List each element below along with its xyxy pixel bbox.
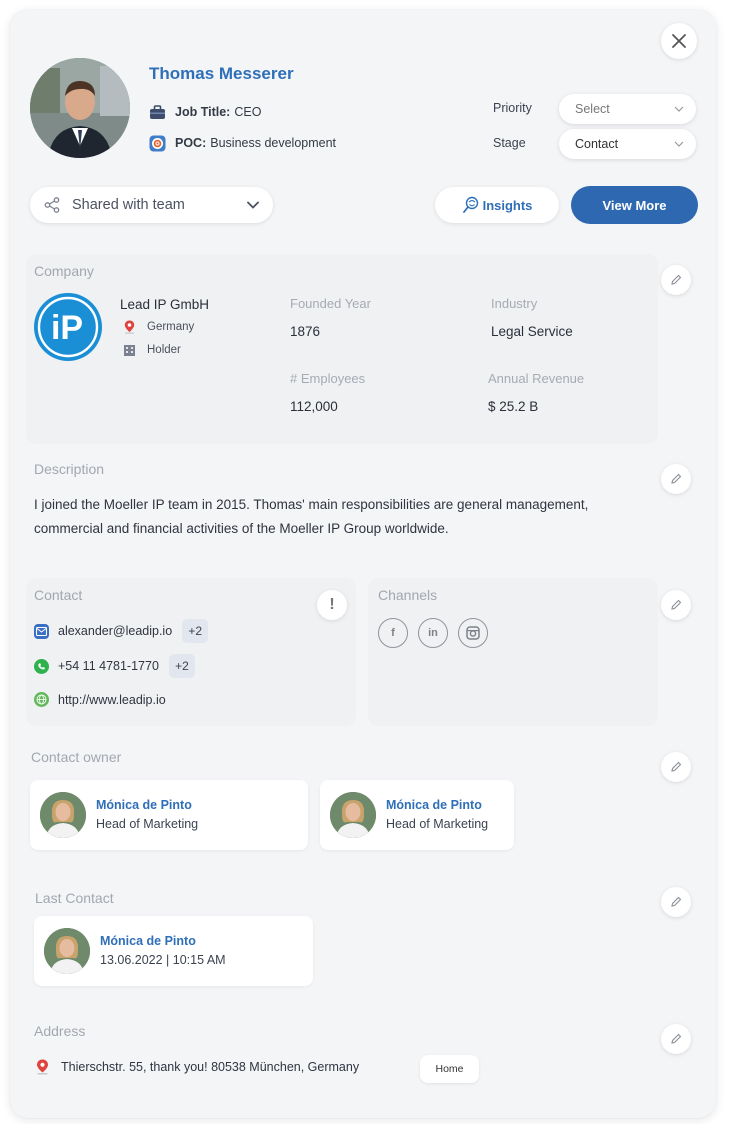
view-more-label: View More [602, 197, 667, 213]
globe-icon [34, 692, 49, 707]
owner-role: Head of Marketing [386, 817, 489, 831]
pencil-icon [671, 761, 682, 772]
edit-company-button[interactable] [661, 265, 691, 295]
email-icon [34, 623, 49, 639]
company-panel [26, 254, 658, 444]
briefcase-icon [148, 103, 166, 121]
avatar [44, 928, 90, 974]
contact-website[interactable]: http://www.leadip.io [58, 693, 166, 707]
pencil-icon [671, 1033, 682, 1044]
contact-info-button[interactable]: ! [317, 590, 347, 620]
employees-label: # Employees [290, 371, 366, 386]
chevron-down-icon [247, 201, 259, 209]
shared-label: Shared with team [72, 197, 185, 213]
facebook-icon[interactable]: f [378, 618, 408, 648]
pencil-icon [671, 896, 682, 907]
insights-icon [462, 196, 478, 213]
pencil-icon [671, 599, 682, 610]
insights-label: Insights [482, 197, 533, 213]
edit-address-button[interactable] [661, 1024, 691, 1054]
priority-label: Priority [493, 101, 532, 115]
contact-website-row: http://www.leadip.io [34, 692, 166, 707]
close-button[interactable] [661, 23, 697, 59]
target-icon [148, 134, 166, 152]
edit-last-contact-button[interactable] [661, 887, 691, 917]
last-contact-section-title: Last Contact [35, 890, 114, 906]
share-icon [44, 197, 60, 213]
last-contact-card[interactable]: Mónica de Pinto 13.06.2022 | 10:15 AM [34, 916, 313, 986]
annual-revenue-label: Annual Revenue [488, 371, 585, 386]
pencil-icon [671, 473, 682, 484]
view-more-button[interactable]: View More [571, 186, 698, 224]
company-section-title: Company [34, 263, 94, 279]
contact-owner-card[interactable]: Mónica de Pinto Head of Marketing [320, 780, 514, 850]
description-section-title: Description [34, 461, 105, 477]
avatar [330, 792, 376, 838]
address-text: Thierschstr. 55, thank you! 80538 Münche… [61, 1060, 360, 1074]
company-name: Lead IP GmbH [120, 297, 210, 312]
insights-button[interactable]: Insights [435, 187, 559, 223]
contact-owner-card[interactable]: Mónica de Pinto Head of Marketing [30, 780, 308, 850]
founded-year-label: Founded Year [290, 296, 371, 311]
priority-value: Select [575, 102, 610, 116]
description-text: I joined the Moeller IP team in 2015. Th… [34, 497, 589, 536]
founded-year-value: 1876 [290, 324, 321, 339]
avatar [40, 792, 86, 838]
contact-phone-row: +54 11 4781-1770 +2 [34, 654, 195, 678]
address-type-tag[interactable]: Home [420, 1055, 479, 1083]
priority-select[interactable]: Select [559, 94, 696, 124]
last-contact-datetime: 13.06.2022 | 10:15 AM [100, 953, 226, 967]
info-icon: ! [329, 596, 335, 613]
building-icon [122, 343, 136, 357]
job-title-label: Job Title: [175, 105, 231, 119]
owner-name: Mónica de Pinto [386, 798, 482, 812]
address-row: Thierschstr. 55, thank you! 80538 Münche… [36, 1059, 359, 1075]
linkedin-icon[interactable]: in [418, 618, 448, 648]
contact-email[interactable]: alexander@leadip.io [58, 624, 172, 638]
industry-label: Industry [491, 296, 538, 311]
job-title-row: Job Title: CEO [148, 103, 261, 121]
company-logo: iP [34, 293, 102, 361]
contact-section-title: Contact [34, 587, 83, 603]
owner-name: Mónica de Pinto [96, 798, 192, 812]
stage-label: Stage [493, 136, 526, 150]
avatar [30, 58, 130, 158]
instagram-icon[interactable] [458, 618, 488, 648]
employees-value: 112,000 [290, 399, 338, 414]
owner-role: Head of Marketing [96, 817, 199, 831]
email-count-badge[interactable]: +2 [182, 619, 209, 643]
location-pin-icon [36, 1059, 50, 1075]
company-country: Germany [122, 320, 194, 334]
contact-phone[interactable]: +54 11 4781-1770 [58, 659, 159, 673]
poc-label: POC: [175, 136, 207, 150]
contact-owner-section-title: Contact owner [31, 749, 122, 765]
address-section-title: Address [34, 1023, 86, 1039]
chevron-down-icon [674, 141, 684, 147]
location-pin-icon [122, 320, 136, 334]
last-contact-name: Mónica de Pinto [100, 934, 196, 948]
edit-description-button[interactable] [661, 464, 691, 494]
close-icon [672, 34, 686, 48]
svg-text:iP: iP [51, 309, 83, 347]
poc-value: Business development [210, 136, 337, 150]
job-title-value: CEO [234, 105, 262, 119]
company-type-text: Holder [147, 344, 181, 356]
edit-channels-button[interactable] [661, 590, 691, 620]
industry-value: Legal Service [491, 324, 573, 339]
stage-value: Contact [575, 137, 619, 151]
pencil-icon [671, 274, 682, 285]
shared-with-team-dropdown[interactable]: Shared with team [30, 187, 273, 223]
contact-name: Thomas Messerer [149, 64, 294, 83]
company-country-text: Germany [147, 321, 195, 333]
poc-row: POC: Business development [148, 134, 336, 152]
edit-contact-owner-button[interactable] [661, 752, 691, 782]
chevron-down-icon [674, 106, 684, 112]
contact-email-row: alexander@leadip.io +2 [34, 619, 209, 643]
annual-revenue-value: $ 25.2 B [488, 399, 539, 414]
company-type: Holder [122, 343, 181, 357]
channels-section-title: Channels [378, 587, 438, 603]
phone-count-badge[interactable]: +2 [168, 654, 195, 678]
whatsapp-icon [34, 658, 49, 674]
stage-select[interactable]: Contact [559, 129, 696, 159]
